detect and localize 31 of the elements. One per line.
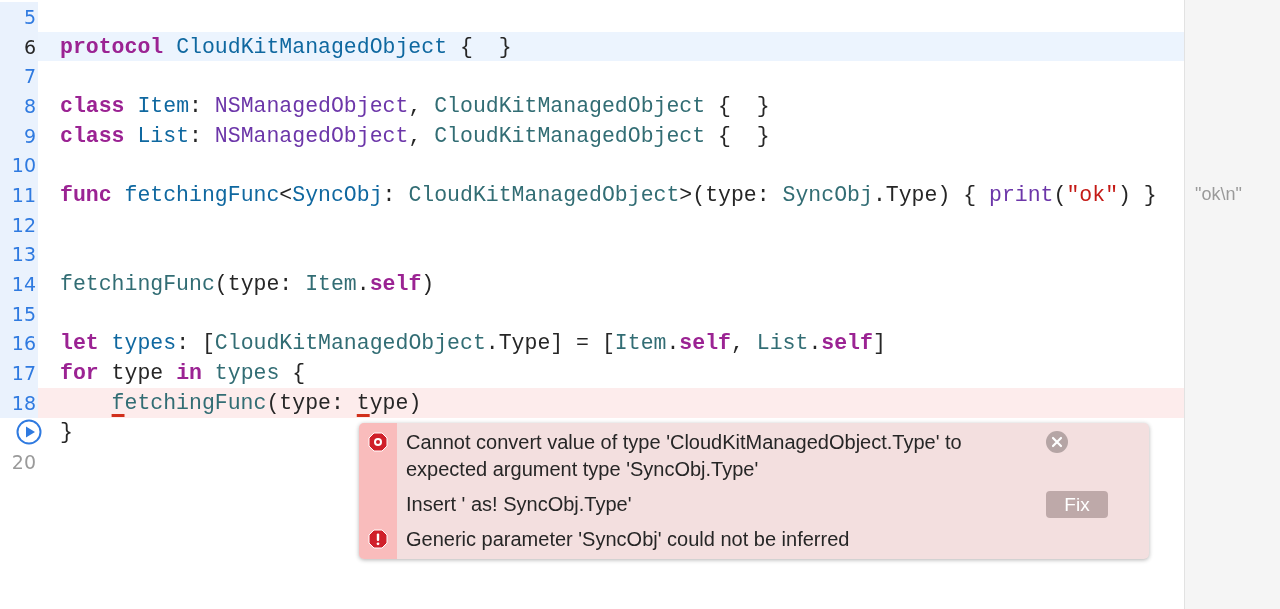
line-number: 6 <box>23 35 36 58</box>
error-message: Generic parameter 'SyncObj' could not be inferred <box>406 527 851 552</box>
code-line: func fetchingFunc<SyncObj: CloudKitManagedObject>(type: SyncObj.Type) { print("ok") } <box>60 182 1157 207</box>
code-line: } <box>60 420 73 445</box>
line-number: 7 <box>23 65 36 88</box>
line-number: 15 <box>11 302 36 325</box>
code-line: let types: [CloudKitManagedObject.Type] = [Item.self, List.self] <box>60 331 886 356</box>
code-line: fetchingFunc(type: type) <box>110 390 422 415</box>
error-message: Cannot convert value of type 'CloudKitManagedObject.Type' to expected argument type 'SyncObj.Type' <box>406 430 963 482</box>
result-value: "ok\n" <box>1195 184 1242 206</box>
code-line: class List: NSManagedObject, CloudKitManagedObject { } <box>60 123 770 148</box>
line-number: 17 <box>11 362 36 385</box>
code-line: class Item: NSManagedObject, CloudKitManagedObject { } <box>60 93 770 118</box>
line-number: 20 <box>11 451 36 474</box>
line-number: 14 <box>11 273 36 296</box>
code-line: for type in types { <box>60 361 306 386</box>
fixit-message: Insert ' as! SyncObj.Type' <box>406 492 633 517</box>
fix-button[interactable]: Fix <box>1046 491 1108 518</box>
line-number: 13 <box>11 243 36 266</box>
line-number: 8 <box>23 94 36 117</box>
close-icon[interactable] <box>1046 431 1068 453</box>
line-number: 18 <box>11 391 36 414</box>
line-number: 12 <box>11 213 36 236</box>
line-number: 5 <box>23 5 36 28</box>
code-line: protocol CloudKitManagedObject { } <box>60 34 512 59</box>
line-number: 10 <box>11 154 36 177</box>
run-button[interactable] <box>16 419 42 446</box>
line-number: 16 <box>11 332 36 355</box>
code-line: fetchingFunc(type: Item.self) <box>60 272 435 297</box>
line-number: 9 <box>23 124 36 147</box>
line-number: 11 <box>11 183 36 206</box>
